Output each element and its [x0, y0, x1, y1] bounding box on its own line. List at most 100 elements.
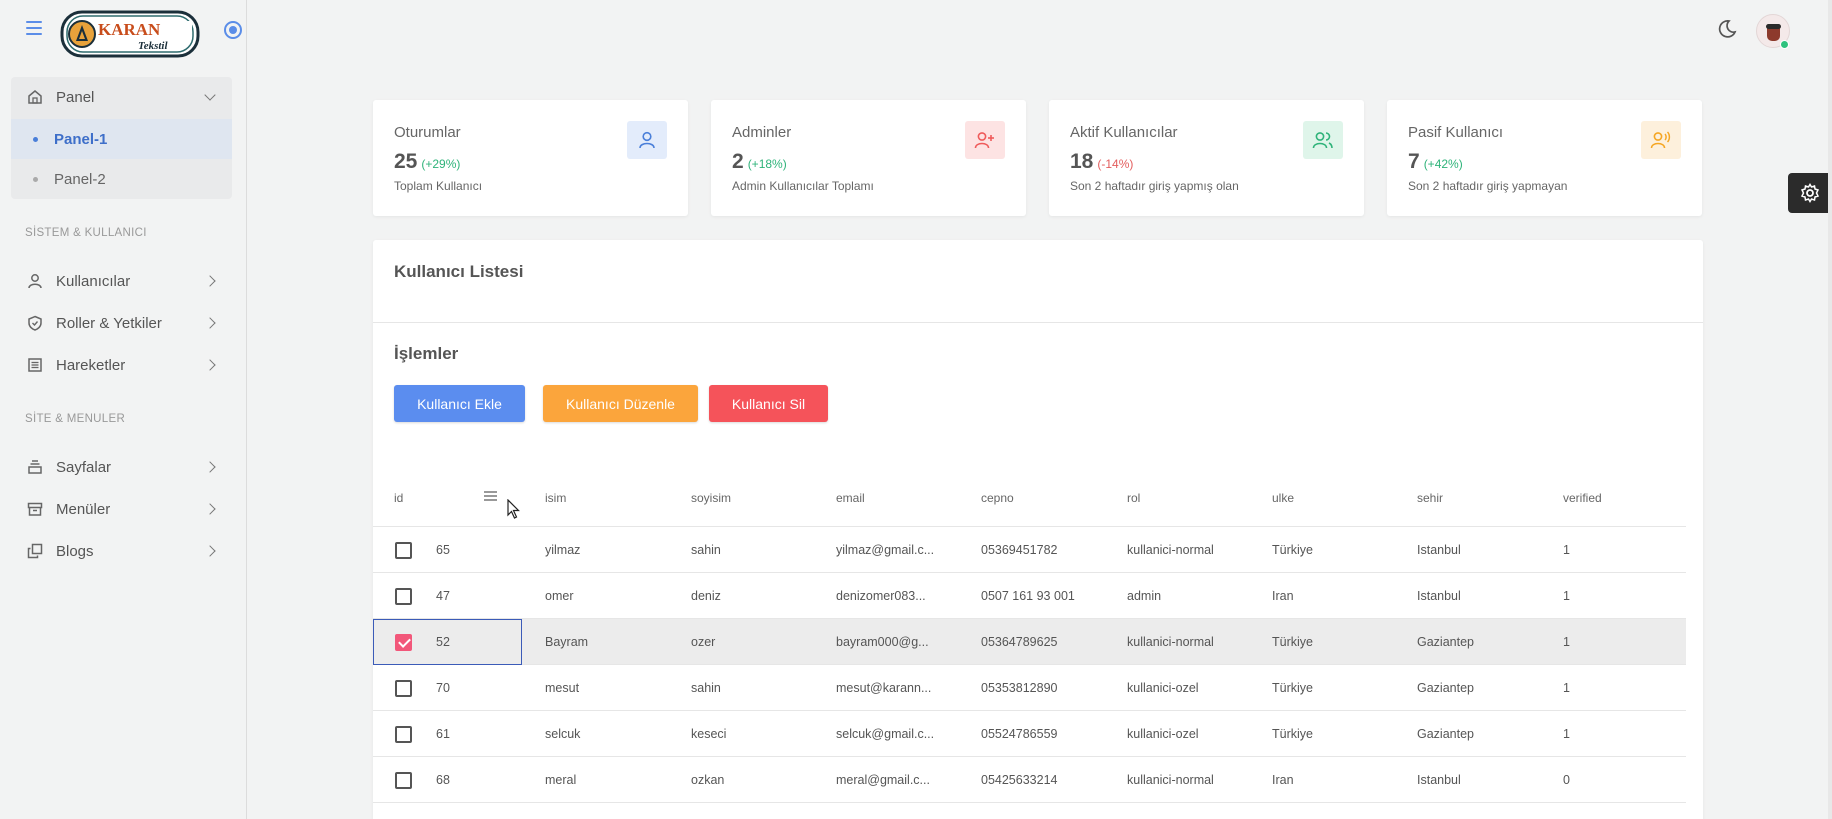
cell-rol: admin [1127, 589, 1162, 603]
row-checkbox[interactable] [395, 726, 412, 743]
cell-cepno: 05364789625 [981, 635, 1058, 649]
stat-description: Son 2 haftadır giriş yapmış olan [1070, 179, 1239, 193]
cell-id: 65 [436, 543, 450, 557]
stat-percent: (+18%) [747, 157, 787, 171]
sidebar-item-panel-1[interactable]: Panel-1 [11, 119, 232, 159]
bullet-icon [33, 136, 38, 142]
stat-card-sessions: Oturumlar 25 (+29%) Toplam Kullanıcı [373, 100, 688, 216]
sidebar-item-pages[interactable]: Sayfalar [11, 447, 232, 487]
cell-soyisim: ozkan [691, 773, 725, 787]
column-header-soyisim[interactable]: soyisim [691, 491, 731, 505]
settings-gear-icon[interactable] [1788, 173, 1832, 213]
stat-value: 25 (+29%) [394, 150, 461, 173]
row-checkbox[interactable] [395, 634, 412, 651]
divider [373, 322, 1703, 323]
cell-ulke: Türkiye [1272, 543, 1313, 557]
sidebar-item-roles[interactable]: Roller & Yetkiler [11, 303, 232, 343]
sidebar-item-blogs[interactable]: Blogs [11, 531, 232, 571]
cell-rol: kullanici-normal [1127, 773, 1214, 787]
copy-icon [26, 542, 44, 560]
cell-email: selcuk@gmail.c... [836, 727, 935, 741]
cell-isim: meral [545, 773, 577, 787]
sidebar-item-users[interactable]: Kullanıcılar [11, 261, 232, 301]
column-header-verified[interactable]: verified [1563, 491, 1602, 505]
sidebar-item-panel[interactable]: Panel [11, 77, 232, 117]
table-row[interactable]: 52 Bayram ozer bayram000@g... 05364789625 kul… [373, 619, 1686, 665]
column-header-id[interactable]: id [394, 491, 403, 505]
user-voice-icon [1641, 121, 1681, 159]
cell-id: 52 [436, 635, 450, 649]
stat-percent: (+29%) [421, 157, 461, 171]
cell-sehir: Istanbul [1417, 543, 1461, 557]
cell-soyisim: sahin [691, 543, 721, 557]
user-icon [627, 121, 667, 159]
list-icon [26, 356, 44, 374]
cell-isim: mesut [545, 681, 580, 695]
cell-id: 68 [436, 773, 450, 787]
table-row[interactable]: 68 meral ozkan meral@gmail.c... 05425633214 k… [373, 757, 1686, 803]
cell-verified: 1 [1563, 727, 1570, 741]
karan-tekstil-logo[interactable]: KARAN Tekstil [60, 9, 200, 59]
column-header-email[interactable]: email [836, 491, 865, 505]
user-plus-icon [965, 121, 1005, 159]
cell-email: yilmaz@gmail.c... [836, 543, 935, 557]
stat-value: 2 (+18%) [732, 150, 787, 173]
chevron-right-icon [204, 461, 216, 473]
stat-card-passive-users: Pasif Kullanıcı 7 (+42%) Son 2 haftadır g… [1387, 100, 1702, 216]
sidebar-item-label: Kullanıcılar [56, 272, 131, 290]
page-scrollbar[interactable] [1828, 0, 1832, 819]
online-status-icon [1780, 40, 1789, 49]
section-title-site: SİTE & MENULER [25, 413, 126, 425]
table-row[interactable]: 47 omer deniz denizomer083... 0507 161 93 00… [373, 573, 1686, 619]
edit-user-button[interactable]: Kullanıcı Düzenle [543, 385, 698, 422]
row-checkbox[interactable] [395, 542, 412, 559]
delete-user-button[interactable]: Kullanıcı Sil [709, 385, 828, 422]
cell-cepno: 05369451782 [981, 543, 1058, 557]
stat-card-admins: Adminler 2 (+18%) Admin Kullanıcılar Topl… [711, 100, 1026, 216]
cell-sehir: Gaziantep [1417, 681, 1474, 695]
column-header-rol[interactable]: rol [1127, 491, 1140, 505]
column-header-cepno[interactable]: cepno [981, 491, 1014, 505]
user-list-card: Kullanıcı Listesi İşlemler Kullanıcı Ekl… [373, 240, 1703, 819]
cell-rol: kullanici-normal [1127, 543, 1214, 557]
column-header-sehir[interactable]: sehir [1417, 491, 1443, 505]
cell-email: meral@gmail.c... [836, 773, 930, 787]
cell-email: bayram000@g... [836, 635, 929, 649]
cell-soyisim: keseci [691, 727, 727, 741]
sidebar-item-label: Panel-2 [54, 170, 106, 188]
cell-verified: 0 [1563, 773, 1570, 787]
archive-icon [26, 500, 44, 518]
table-row[interactable]: 70 mesut sahin mesut@karann... 05353812890 ku… [373, 665, 1686, 711]
cell-cepno: 0507 161 93 001 [981, 589, 1075, 603]
column-header-isim[interactable]: isim [545, 491, 566, 505]
chevron-right-icon [204, 545, 216, 557]
row-checkbox[interactable] [395, 772, 412, 789]
cell-isim: Bayram [545, 635, 589, 649]
row-checkbox[interactable] [395, 588, 412, 605]
row-checkbox[interactable] [395, 680, 412, 697]
chevron-right-icon [204, 275, 216, 287]
stat-percent: (+42%) [1423, 157, 1463, 171]
menu-toggle-icon[interactable] [26, 21, 42, 35]
cell-isim: selcuk [545, 727, 581, 741]
cell-rol: kullanici-ozel [1127, 727, 1199, 741]
sidebar-item-panel-2[interactable]: Panel-2 [11, 159, 232, 199]
cell-isim: yilmaz [545, 543, 581, 557]
column-header-ulke[interactable]: ulke [1272, 491, 1294, 505]
brand-area: KARAN Tekstil [0, 0, 247, 68]
sidebar-item-label: Panel-1 [54, 130, 108, 148]
sidebar-item-menus[interactable]: Menüler [11, 489, 232, 529]
column-menu-icon[interactable] [484, 491, 497, 501]
chevron-right-icon [204, 359, 216, 371]
sidebar-item-activity[interactable]: Hareketler [11, 345, 232, 385]
table-row[interactable]: 65 yilmaz sahin yilmaz@gmail.c... 0536945178… [373, 527, 1686, 573]
cell-cepno: 05353812890 [981, 681, 1058, 695]
bullet-icon [33, 176, 38, 182]
table-row[interactable]: 61 selcuk keseci selcuk@gmail.c... 055247865… [373, 711, 1686, 757]
users-icon [1303, 121, 1343, 159]
dark-mode-moon-icon[interactable] [1716, 18, 1738, 40]
cell-cepno: 05524786559 [981, 727, 1058, 741]
add-user-button[interactable]: Kullanıcı Ekle [394, 385, 525, 422]
stat-description: Son 2 haftadır giriş yapmayan [1408, 179, 1568, 193]
target-icon[interactable] [224, 21, 242, 39]
